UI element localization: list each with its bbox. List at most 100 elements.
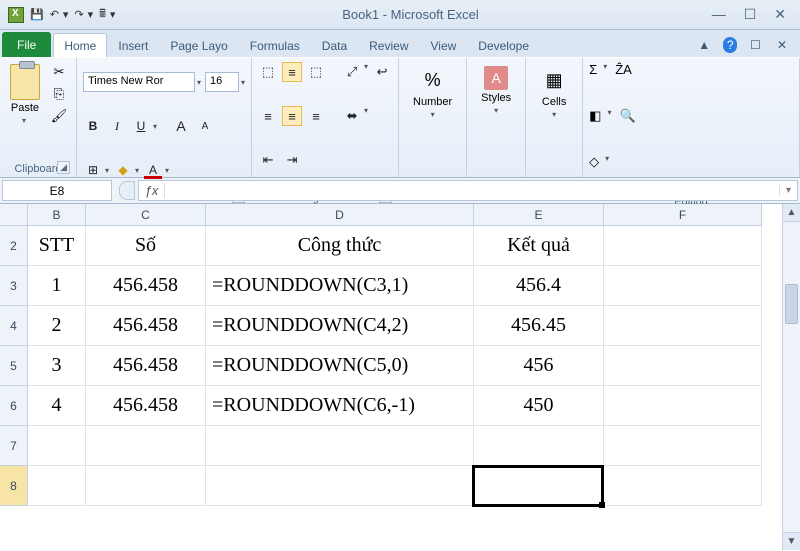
- decrease-indent-button[interactable]: ⇤: [258, 150, 278, 170]
- styles-menu-arrow[interactable]: ▾: [494, 106, 498, 115]
- cell-f6[interactable]: [604, 386, 762, 426]
- cell-e5[interactable]: 456: [474, 346, 604, 386]
- underline-menu[interactable]: ▾: [153, 122, 157, 131]
- cell-e3[interactable]: 456.4: [474, 266, 604, 306]
- col-header-b[interactable]: B: [28, 204, 86, 226]
- qat-undo-icon[interactable]: ↶: [50, 8, 59, 21]
- cell-e8[interactable]: [474, 466, 604, 506]
- sort-filter-button[interactable]: ẐA: [615, 62, 632, 102]
- align-top-button[interactable]: ⬚: [258, 62, 278, 82]
- row-header-7[interactable]: 7: [0, 426, 28, 466]
- find-select-button[interactable]: 🔍: [619, 108, 635, 148]
- orientation-menu[interactable]: ▾: [364, 62, 368, 102]
- shrink-font-button[interactable]: A: [195, 116, 215, 136]
- formula-bar-handle[interactable]: [119, 181, 135, 200]
- cell-d3[interactable]: =ROUNDDOWN(C3,1): [206, 266, 474, 306]
- underline-button[interactable]: U: [131, 116, 151, 136]
- tab-home[interactable]: Home: [53, 33, 107, 57]
- vertical-scrollbar[interactable]: ▲ ▼: [782, 204, 800, 550]
- qat-customize[interactable]: ▾: [110, 8, 116, 21]
- cell-d8[interactable]: [206, 466, 474, 506]
- col-header-d[interactable]: D: [206, 204, 474, 226]
- fill-button[interactable]: ◧: [589, 108, 601, 148]
- cell-c2[interactable]: Số: [86, 226, 206, 266]
- cell-f2[interactable]: [604, 226, 762, 266]
- cell-c4[interactable]: 456.458: [86, 306, 206, 346]
- qat-redo-menu[interactable]: ▾: [88, 8, 94, 21]
- expand-formula-bar[interactable]: ▾: [779, 185, 797, 196]
- number-menu-arrow[interactable]: ▾: [431, 110, 435, 119]
- minimize-ribbon-button[interactable]: ▲: [695, 37, 713, 53]
- cell-e7[interactable]: [474, 426, 604, 466]
- font-color-menu[interactable]: ▾: [165, 166, 169, 175]
- tab-file[interactable]: File: [2, 32, 51, 57]
- minimize-button[interactable]: —: [712, 6, 726, 23]
- scroll-down-button[interactable]: ▼: [783, 532, 800, 550]
- fill-menu[interactable]: ▾: [135, 166, 139, 175]
- tab-developer[interactable]: Develope: [467, 33, 540, 57]
- autosum-button[interactable]: Σ: [589, 62, 597, 102]
- cell-c8[interactable]: [86, 466, 206, 506]
- tab-data[interactable]: Data: [311, 33, 358, 57]
- workbook-restore-button[interactable]: ☐: [747, 37, 764, 53]
- cells-menu-arrow[interactable]: ▾: [552, 110, 556, 119]
- border-button[interactable]: ⊞: [83, 160, 103, 180]
- cell-d7[interactable]: [206, 426, 474, 466]
- tab-review[interactable]: Review: [358, 33, 419, 57]
- cell-d4[interactable]: =ROUNDDOWN(C4,2): [206, 306, 474, 346]
- col-header-f[interactable]: F: [604, 204, 762, 226]
- styles-button[interactable]: AStyles▾: [473, 62, 519, 161]
- copy-button[interactable]: ⎘: [50, 86, 68, 104]
- align-middle-button[interactable]: ≡: [282, 62, 302, 82]
- col-header-c[interactable]: C: [86, 204, 206, 226]
- cells-area[interactable]: STT Số Công thức Kết quả 1 456.458 =ROUN…: [28, 226, 782, 550]
- scroll-up-button[interactable]: ▲: [783, 204, 800, 222]
- cell-e6[interactable]: 450: [474, 386, 604, 426]
- row-header-6[interactable]: 6: [0, 386, 28, 426]
- worksheet-grid[interactable]: B C D E F 2 3 4 5 6 7 8 STT Số Công thức…: [0, 204, 800, 550]
- clipboard-dialog-launcher[interactable]: ◢: [57, 161, 70, 174]
- cell-f8[interactable]: [604, 466, 762, 506]
- cell-d5[interactable]: =ROUNDDOWN(C5,0): [206, 346, 474, 386]
- row-header-5[interactable]: 5: [0, 346, 28, 386]
- cell-b4[interactable]: 2: [28, 306, 86, 346]
- merge-button[interactable]: ⬌: [342, 106, 362, 126]
- cell-c7[interactable]: [86, 426, 206, 466]
- autosum-menu[interactable]: ▾: [603, 62, 607, 102]
- cell-b5[interactable]: 3: [28, 346, 86, 386]
- border-menu[interactable]: ▾: [105, 166, 109, 175]
- cell-f7[interactable]: [604, 426, 762, 466]
- qat-calculator-icon[interactable]: 🖩: [99, 5, 106, 24]
- close-button[interactable]: ✕: [774, 6, 786, 23]
- row-header-4[interactable]: 4: [0, 306, 28, 346]
- font-name-combo[interactable]: Times New Ror: [83, 72, 195, 92]
- cells-button[interactable]: ▦Cells▾: [532, 62, 576, 161]
- tab-formulas[interactable]: Formulas: [239, 33, 311, 57]
- cell-b3[interactable]: 1: [28, 266, 86, 306]
- help-icon[interactable]: ?: [723, 37, 737, 53]
- font-color-button[interactable]: A: [143, 160, 163, 180]
- paste-button[interactable]: Paste ▾: [6, 62, 44, 127]
- cell-b7[interactable]: [28, 426, 86, 466]
- format-painter-button[interactable]: 🖌: [50, 108, 68, 126]
- align-right-button[interactable]: ≡: [306, 106, 326, 126]
- tab-page-layout[interactable]: Page Layo: [159, 33, 238, 57]
- cell-e4[interactable]: 456.45: [474, 306, 604, 346]
- select-all-corner[interactable]: [0, 204, 28, 226]
- cell-c6[interactable]: 456.458: [86, 386, 206, 426]
- cell-b8[interactable]: [28, 466, 86, 506]
- font-name-arrow[interactable]: ▾: [197, 78, 201, 87]
- row-header-8[interactable]: 8: [0, 466, 28, 506]
- cut-button[interactable]: ✂: [50, 64, 68, 82]
- row-header-2[interactable]: 2: [0, 226, 28, 266]
- cell-d6[interactable]: =ROUNDDOWN(C6,-1): [206, 386, 474, 426]
- grow-font-button[interactable]: A: [171, 116, 191, 136]
- cell-f5[interactable]: [604, 346, 762, 386]
- paste-menu-arrow[interactable]: ▾: [22, 116, 26, 125]
- align-bottom-button[interactable]: ⬚: [306, 62, 326, 82]
- merge-menu[interactable]: ▾: [364, 106, 368, 146]
- fill-color-button[interactable]: ◆: [113, 160, 133, 180]
- cell-c5[interactable]: 456.458: [86, 346, 206, 386]
- maximize-button[interactable]: ☐: [744, 6, 757, 23]
- cell-b6[interactable]: 4: [28, 386, 86, 426]
